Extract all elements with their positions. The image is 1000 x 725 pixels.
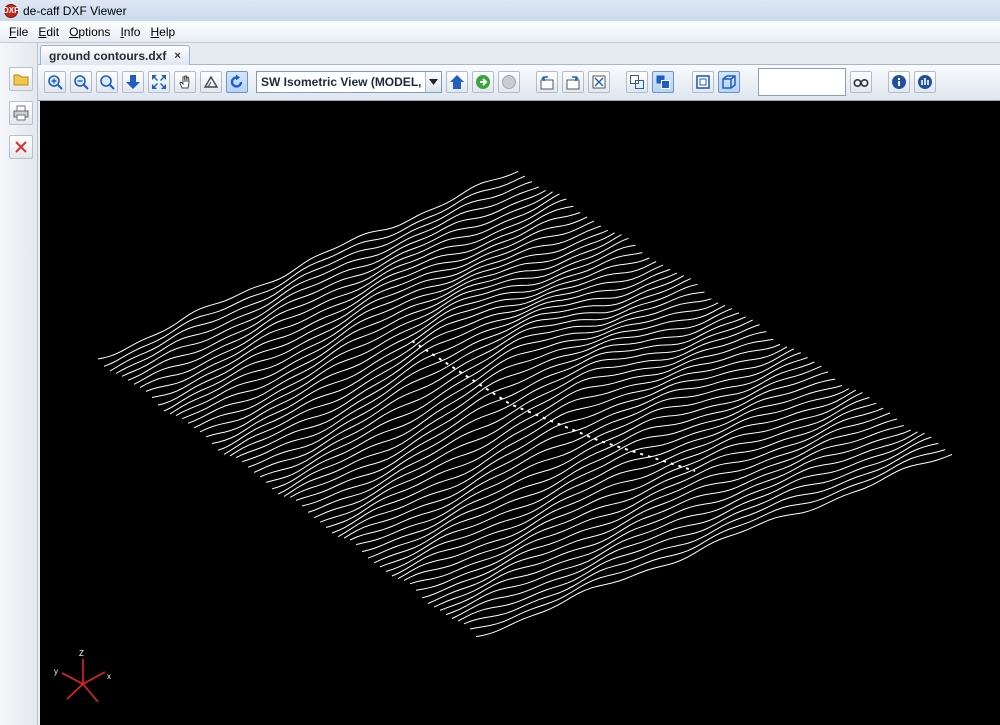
3d-box-icon: [722, 75, 736, 89]
forward-button[interactable]: [472, 71, 494, 93]
contour-line: [475, 454, 953, 638]
app-logo-icon: DXF: [3, 3, 19, 18]
view-selector-value: SW Isometric View (MODEL, 3D): [261, 75, 425, 89]
chevron-down-icon[interactable]: [425, 72, 441, 92]
open-folder-icon: [13, 74, 29, 86]
contour-line: [367, 371, 829, 559]
menu-edit[interactable]: Edit: [33, 25, 64, 39]
document-tabs: ground contours.dxf ×: [38, 43, 1000, 66]
contour-line: [115, 186, 539, 374]
contour-line: [241, 275, 685, 463]
hand-pan-button[interactable]: [174, 71, 196, 93]
redo-button[interactable]: [562, 71, 584, 93]
contour-drawing: [97, 170, 953, 638]
measure-icon: [203, 75, 219, 88]
window-title: de-caff DXF Viewer: [23, 3, 127, 18]
contour-line: [103, 175, 526, 367]
undo-button[interactable]: [536, 71, 558, 93]
about-icon: [918, 75, 932, 89]
rotate-button[interactable]: [226, 71, 248, 93]
3d-box-button[interactable]: [718, 71, 740, 93]
view-toolbar: SW Isometric View (MODEL, 3D): [38, 65, 1000, 101]
axis-y-label: y: [54, 667, 58, 676]
stop-icon: [502, 75, 516, 89]
fit-icon: [592, 75, 606, 89]
zoom-out-button[interactable]: [70, 71, 92, 93]
about-button[interactable]: [914, 71, 936, 93]
measure-button[interactable]: [200, 71, 222, 93]
frame-icon: [696, 75, 710, 89]
find-button[interactable]: [850, 71, 872, 93]
contour-line: [199, 244, 636, 433]
contour-line: [301, 319, 753, 507]
print-button[interactable]: [9, 101, 33, 125]
contour-line: [403, 397, 870, 581]
menu-bar: File Edit Options Info Help: [0, 21, 1000, 43]
contour-line: [457, 436, 932, 622]
forward-icon: [476, 75, 490, 89]
zoom-window-icon: [100, 75, 115, 90]
contour-line: [139, 198, 567, 389]
drawing-canvas[interactable]: Z y x: [40, 101, 1000, 725]
frame-button[interactable]: [692, 71, 714, 93]
undo-icon: [540, 76, 554, 90]
binoculars-icon: [853, 79, 869, 88]
contour-line: [397, 392, 863, 580]
select-icon: [630, 75, 644, 89]
axis-indicator: Z y x: [54, 649, 111, 703]
left-sidebar: [0, 43, 38, 725]
tab-close-icon[interactable]: ×: [174, 50, 180, 62]
filled-select-button[interactable]: [652, 71, 674, 93]
search-input[interactable]: [758, 68, 846, 96]
view-selector[interactable]: SW Isometric View (MODEL, 3D): [256, 71, 442, 93]
contour-line: [451, 432, 925, 619]
open-file-button[interactable]: [9, 67, 33, 91]
menu-info[interactable]: Info: [115, 25, 145, 39]
info-button[interactable]: [888, 71, 910, 93]
zoom-extents-icon: [152, 75, 166, 89]
tab-label: ground contours.dxf: [49, 49, 167, 63]
axis-x-label: x: [107, 672, 111, 681]
zoom-window-button[interactable]: [96, 71, 118, 93]
contour-line: [355, 361, 815, 546]
filled-select-icon: [656, 75, 670, 89]
contour-line: [421, 412, 891, 599]
title-bar: DXF de-caff DXF Viewer: [0, 0, 1000, 21]
tab-ground-contours[interactable]: ground contours.dxf ×: [40, 45, 190, 66]
home-view-button[interactable]: [446, 71, 468, 93]
close-file-icon: [15, 141, 27, 153]
info-icon: [892, 75, 906, 89]
contour-line: [97, 170, 519, 360]
hand-pan-icon: [179, 75, 190, 89]
pan-down-button[interactable]: [122, 71, 144, 93]
pan-down-icon: [126, 75, 140, 89]
select-button[interactable]: [626, 71, 648, 93]
axis-z-label: Z: [79, 649, 84, 658]
zoom-out-icon: [74, 75, 89, 90]
contour-line: [349, 357, 808, 541]
zoom-in-button[interactable]: [44, 71, 66, 93]
contour-line: [415, 407, 884, 591]
close-file-button[interactable]: [9, 135, 33, 159]
zoom-extents-button[interactable]: [148, 71, 170, 93]
menu-help[interactable]: Help: [145, 25, 180, 39]
zoom-in-icon: [48, 75, 63, 90]
menu-file[interactable]: File: [4, 25, 33, 39]
print-icon: [13, 105, 29, 121]
home-view-icon: [450, 75, 464, 89]
redo-icon: [566, 76, 580, 90]
stop-button[interactable]: [498, 71, 520, 93]
fit-button[interactable]: [588, 71, 610, 93]
contour-line: [217, 261, 657, 451]
menu-options[interactable]: Options: [64, 25, 115, 39]
rotate-icon: [230, 74, 243, 88]
contour-line: [133, 193, 560, 385]
